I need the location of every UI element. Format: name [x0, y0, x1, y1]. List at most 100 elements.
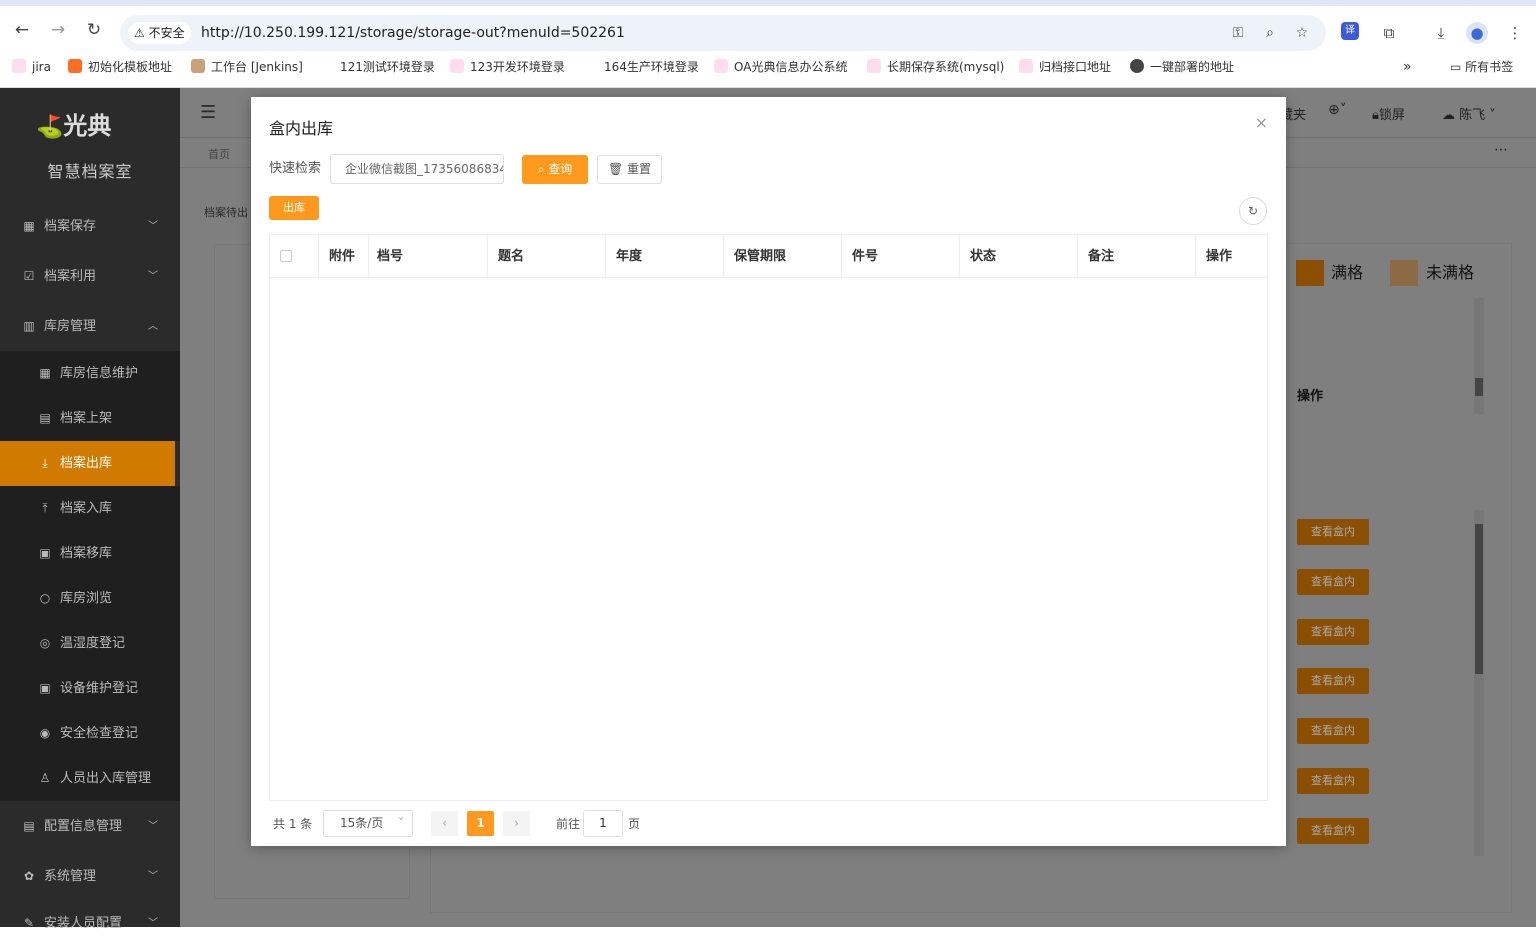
back-icon[interactable]: ←: [12, 20, 32, 40]
sidebar-item[interactable]: ◉ 安全检查登记: [0, 711, 180, 756]
bookmark-label: 123开发环境登录: [470, 60, 565, 74]
sidebar-item[interactable]: ▤ 配置信息管理 ﹀: [0, 804, 180, 849]
bookmark-item[interactable]: jira: [12, 52, 51, 82]
globe-icon: [1130, 59, 1144, 73]
refresh-icon[interactable]: ↻: [1239, 197, 1267, 225]
quick-search-input[interactable]: 企业微信截图_17356086834: [330, 154, 504, 184]
bookmarks-overflow-button[interactable]: »: [1403, 52, 1412, 82]
sidebar-item[interactable]: ♙ 人员出入库管理: [0, 756, 180, 801]
insecure-badge[interactable]: ⚠ 不安全: [128, 22, 191, 44]
sidebar-item[interactable]: ▣ 设备维护登记: [0, 666, 180, 711]
profile-icon[interactable]: ●: [1466, 22, 1488, 44]
sidebar-item-label: 档案出库: [60, 456, 113, 471]
sidebar-item-label: 档案上架: [60, 411, 113, 426]
menu-item-icon: ▣: [39, 546, 51, 560]
sidebar-item[interactable]: ✎ 安装人员配置 ﹀: [0, 901, 180, 946]
records-table: 附件 档号 题名 年度 保管期限 件号 状态 备注 操作: [269, 234, 1268, 801]
bookmark-item[interactable]: OA光典信息办公系统: [714, 52, 847, 82]
bookmark-item[interactable]: 归档接口地址: [1019, 52, 1111, 82]
all-bookmarks-button[interactable]: ▭ 所有书签: [1450, 52, 1513, 82]
chevron-up-icon: ︿: [148, 321, 158, 332]
sidebar-item[interactable]: ▣ 档案移库: [0, 531, 180, 576]
trash-icon: 🗑︎: [607, 162, 628, 176]
sidebar-item[interactable]: ⤒ 档案入库: [0, 486, 180, 531]
menu-item-icon: ✿: [23, 869, 35, 883]
bookmark-label: 121测试环境登录: [340, 60, 435, 74]
sidebar-item[interactable]: ▥ 库房管理 ︿: [0, 304, 180, 349]
sidebar-item[interactable]: ☑ 档案利用 ﹀: [0, 254, 180, 299]
bookmark-item[interactable]: 164生产环境登录: [584, 52, 699, 82]
logo-mark-icon: ⛳: [36, 115, 64, 140]
bookmark-item[interactable]: 一键部署的地址: [1130, 52, 1234, 82]
chevron-down-icon: ˅: [398, 816, 404, 830]
sidebar-item-label: 档案利用: [44, 269, 97, 284]
gitlab-icon: [68, 59, 82, 73]
bookmark-favicon-icon: [867, 59, 881, 73]
bookmark-item[interactable]: 工作台 [Jenkins]: [191, 52, 303, 82]
sidebar-item-label: 库房信息维护: [60, 366, 139, 381]
page-1[interactable]: 1: [467, 811, 494, 836]
menu-item-icon: ▦: [23, 219, 35, 233]
sidebar-item-label: 档案入库: [60, 501, 113, 516]
outbound-button[interactable]: 出库: [269, 196, 319, 220]
select-all-checkbox[interactable]: [280, 250, 292, 262]
bookmark-label: 长期保存系统(mysql): [887, 60, 1005, 74]
bookmark-label: 工作台 [Jenkins]: [211, 60, 303, 74]
menu-item-icon: ✎: [23, 916, 35, 930]
chevron-down-icon: ﹀: [148, 271, 158, 282]
key-icon[interactable]: ⚿: [1228, 23, 1248, 43]
chevron-down-icon: ﹀: [148, 918, 158, 929]
download-icon[interactable]: ⤓: [1430, 22, 1452, 44]
sidebar-item[interactable]: ▦ 档案保存 ﹀: [0, 204, 180, 249]
sidebar-item-label: 档案保存: [44, 219, 97, 234]
star-icon[interactable]: ☆: [1292, 23, 1312, 43]
puzzle-icon[interactable]: ⧉: [1378, 22, 1400, 44]
goto-label: 前往: [556, 817, 581, 831]
jenkins-icon: [191, 59, 205, 73]
sidebar-item[interactable]: ▦ 库房信息维护: [0, 351, 180, 396]
menu-item-icon: ○: [39, 591, 51, 605]
bookmark-favicon-icon: [1019, 59, 1033, 73]
address-bar[interactable]: ⚠ 不安全 http://10.250.199.121/storage/stor…: [120, 15, 1326, 51]
insecure-label: 不安全: [148, 26, 185, 40]
sidebar-item[interactable]: ◎ 温湿度登记: [0, 621, 180, 666]
bookmark-item[interactable]: 121测试环境登录: [320, 52, 435, 82]
reset-label: 重置: [627, 162, 652, 176]
close-icon[interactable]: ×: [1255, 113, 1268, 132]
query-button[interactable]: ⌕ 查询: [522, 155, 588, 184]
reload-icon[interactable]: ↻: [84, 20, 104, 40]
sidebar-item-label: 安全检查登记: [60, 726, 139, 741]
extension-icon[interactable]: 译: [1341, 22, 1359, 40]
next-page-icon[interactable]: ›: [503, 811, 530, 836]
bookmark-label: 164生产环境登录: [604, 60, 699, 74]
forward-icon[interactable]: →: [48, 20, 68, 40]
page-unit: 页: [628, 817, 641, 831]
url-text[interactable]: http://10.250.199.121/storage/storage-ou…: [201, 15, 625, 51]
prev-page-icon[interactable]: ‹: [431, 811, 458, 836]
bookmark-item[interactable]: 初始化模板地址: [68, 52, 172, 82]
sidebar-item[interactable]: ⤓ 档案出库: [0, 441, 175, 486]
sidebar-item[interactable]: ○ 库房浏览: [0, 576, 180, 621]
menu-item-icon: ◎: [39, 636, 51, 650]
sidebar-item-label: 设备维护登记: [60, 681, 139, 696]
total-count: 共 1 条: [273, 817, 313, 831]
bookmark-item[interactable]: 123开发环境登录: [450, 52, 565, 82]
bookmark-favicon-icon: [584, 59, 598, 73]
page-size-value: 15条/页: [340, 816, 384, 830]
bookmark-label: 初始化模板地址: [88, 60, 173, 74]
goto-page-input[interactable]: 1: [583, 810, 623, 837]
reset-button[interactable]: 🗑︎ 重置: [597, 155, 662, 184]
sidebar-item-label: 安装人员配置: [44, 916, 123, 931]
sidebar-item[interactable]: ✿ 系统管理 ﹀: [0, 854, 180, 899]
menu-item-icon: ▤: [39, 411, 51, 425]
sidebar-item[interactable]: ▤ 档案上架: [0, 396, 180, 441]
browser-toolbar: ← → ↻ ⚠ 不安全 http://10.250.199.121/storag…: [0, 0, 1536, 52]
zoom-icon[interactable]: ⌕: [1260, 23, 1280, 43]
logo: ⛳光典: [36, 106, 146, 146]
col-remark: 备注: [1078, 235, 1196, 278]
col-retention: 保管期限: [724, 235, 842, 278]
menu-icon[interactable]: ⋮: [1504, 22, 1526, 44]
search-icon: ⌕: [537, 162, 549, 176]
bookmark-item[interactable]: 长期保存系统(mysql): [867, 52, 1004, 82]
page-size-select[interactable]: 15条/页 ˅: [323, 810, 413, 837]
